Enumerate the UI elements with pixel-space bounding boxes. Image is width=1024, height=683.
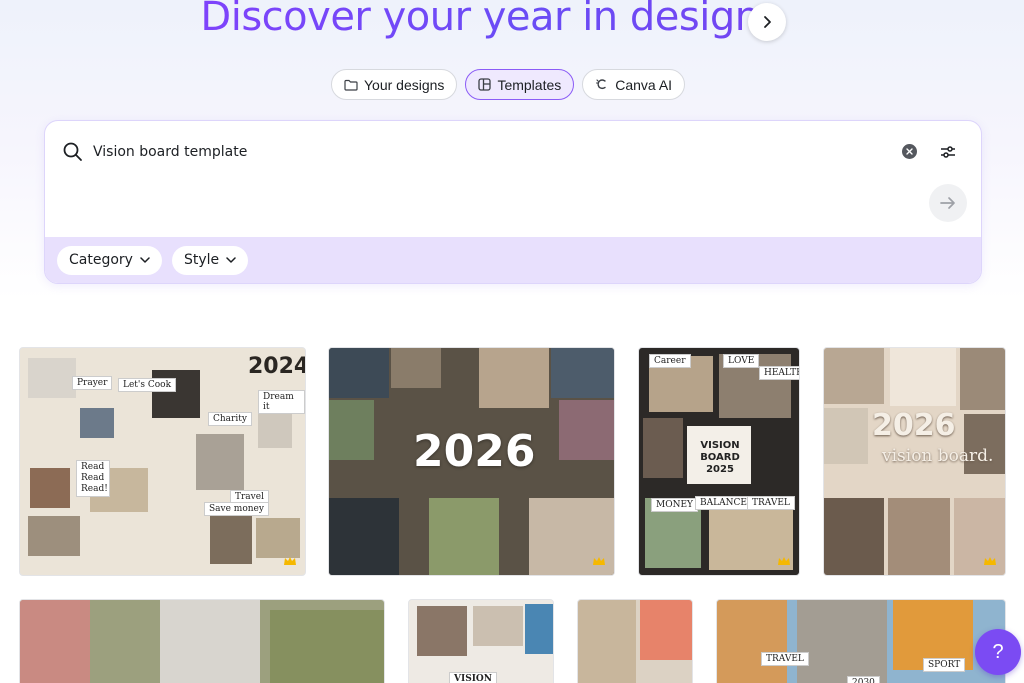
premium-crown-icon — [284, 557, 296, 565]
filter-bar: Category Style — [45, 237, 981, 283]
template-sticker: VISION — [449, 672, 497, 683]
tab-canva-ai-label: Canva AI — [615, 76, 673, 93]
premium-crown-icon — [984, 557, 996, 565]
sliders-icon — [941, 146, 955, 158]
canva-ai-icon — [596, 79, 606, 90]
template-card-vision-board-polaroid[interactable]: VISION — [408, 599, 554, 683]
template-sticker: Dream it — [258, 390, 305, 414]
template-year-label: 2024 — [248, 354, 306, 379]
help-button[interactable]: ? — [975, 629, 1021, 675]
template-card-vision-board-2025[interactable]: VISION BOARD 2025 Career LOVE HEALTH MON… — [638, 347, 800, 576]
hero-next-button[interactable] — [748, 3, 786, 41]
chevron-down-icon — [226, 257, 236, 263]
chevron-down-icon — [140, 257, 150, 263]
search-row — [63, 141, 963, 163]
tab-your-designs[interactable]: Your designs — [331, 69, 458, 100]
template-sticker: Career — [649, 354, 691, 368]
template-year-label: 2026 — [872, 408, 956, 443]
template-sticker: Save money — [204, 502, 269, 516]
style-filter-label: Style — [183, 252, 220, 268]
search-icon — [63, 142, 82, 161]
tab-canva-ai[interactable]: Canva AI — [582, 69, 686, 100]
template-sticker: Read Read Read! — [76, 460, 110, 497]
clear-search-button[interactable] — [902, 144, 917, 159]
template-sticker: TRAVEL — [747, 496, 795, 510]
premium-crown-icon — [593, 557, 605, 565]
template-sticker: LOVE — [723, 354, 760, 368]
template-title-label: vision board. — [882, 446, 994, 466]
template-card-vision-board-landscape[interactable] — [19, 599, 385, 683]
category-filter-label: Category — [69, 252, 133, 268]
hero-title: Discover your year in design — [0, 0, 960, 40]
content-type-tabs: Your designs Templates Canva AI — [331, 69, 686, 100]
template-sticker: 2030 — [847, 676, 880, 683]
search-input[interactable] — [93, 144, 853, 160]
template-card-vision-board-2026-collage[interactable]: 2026 — [328, 347, 615, 576]
template-sticker: TRAVEL — [761, 652, 809, 666]
template-card-vision-board-beach[interactable] — [577, 599, 693, 683]
template-sticker: HEALTH — [759, 366, 799, 380]
template-sticker: MONEY — [651, 498, 698, 512]
template-year-label: VISION BOARD 2025 — [700, 440, 740, 475]
template-year-label: 2026 — [413, 426, 536, 477]
folder-icon — [344, 79, 358, 91]
search-panel: Category Style — [44, 120, 982, 284]
template-card-vision-board-2026-soft[interactable]: 2026 vision board. — [823, 347, 1006, 576]
style-filter-dropdown[interactable]: Style — [171, 245, 249, 275]
template-card-vision-board-paris[interactable]: TRAVEL SPORT 2030 — [716, 599, 1006, 683]
category-filter-dropdown[interactable]: Category — [57, 245, 162, 275]
arrow-right-icon — [940, 197, 955, 209]
premium-crown-icon — [778, 557, 790, 565]
tab-your-designs-label: Your designs — [364, 76, 445, 93]
template-sticker: Let's Cook — [118, 378, 177, 392]
tab-templates-label: Templates — [497, 76, 562, 93]
template-card-vision-board-2024[interactable]: 2024 Prayer Let's Cook Charity Dream it … — [19, 347, 306, 576]
chevron-right-icon — [764, 16, 771, 28]
filter-settings-button[interactable] — [939, 143, 957, 161]
template-icon — [478, 78, 492, 91]
template-sticker: BALANCE — [695, 496, 752, 510]
close-icon — [906, 148, 913, 155]
template-sticker: Prayer — [72, 376, 113, 390]
submit-search-button[interactable] — [929, 184, 967, 222]
template-sticker: SPORT — [923, 658, 966, 672]
tab-templates[interactable]: Templates — [465, 69, 575, 100]
help-label: ? — [992, 640, 1004, 663]
template-sticker: Charity — [208, 412, 252, 426]
